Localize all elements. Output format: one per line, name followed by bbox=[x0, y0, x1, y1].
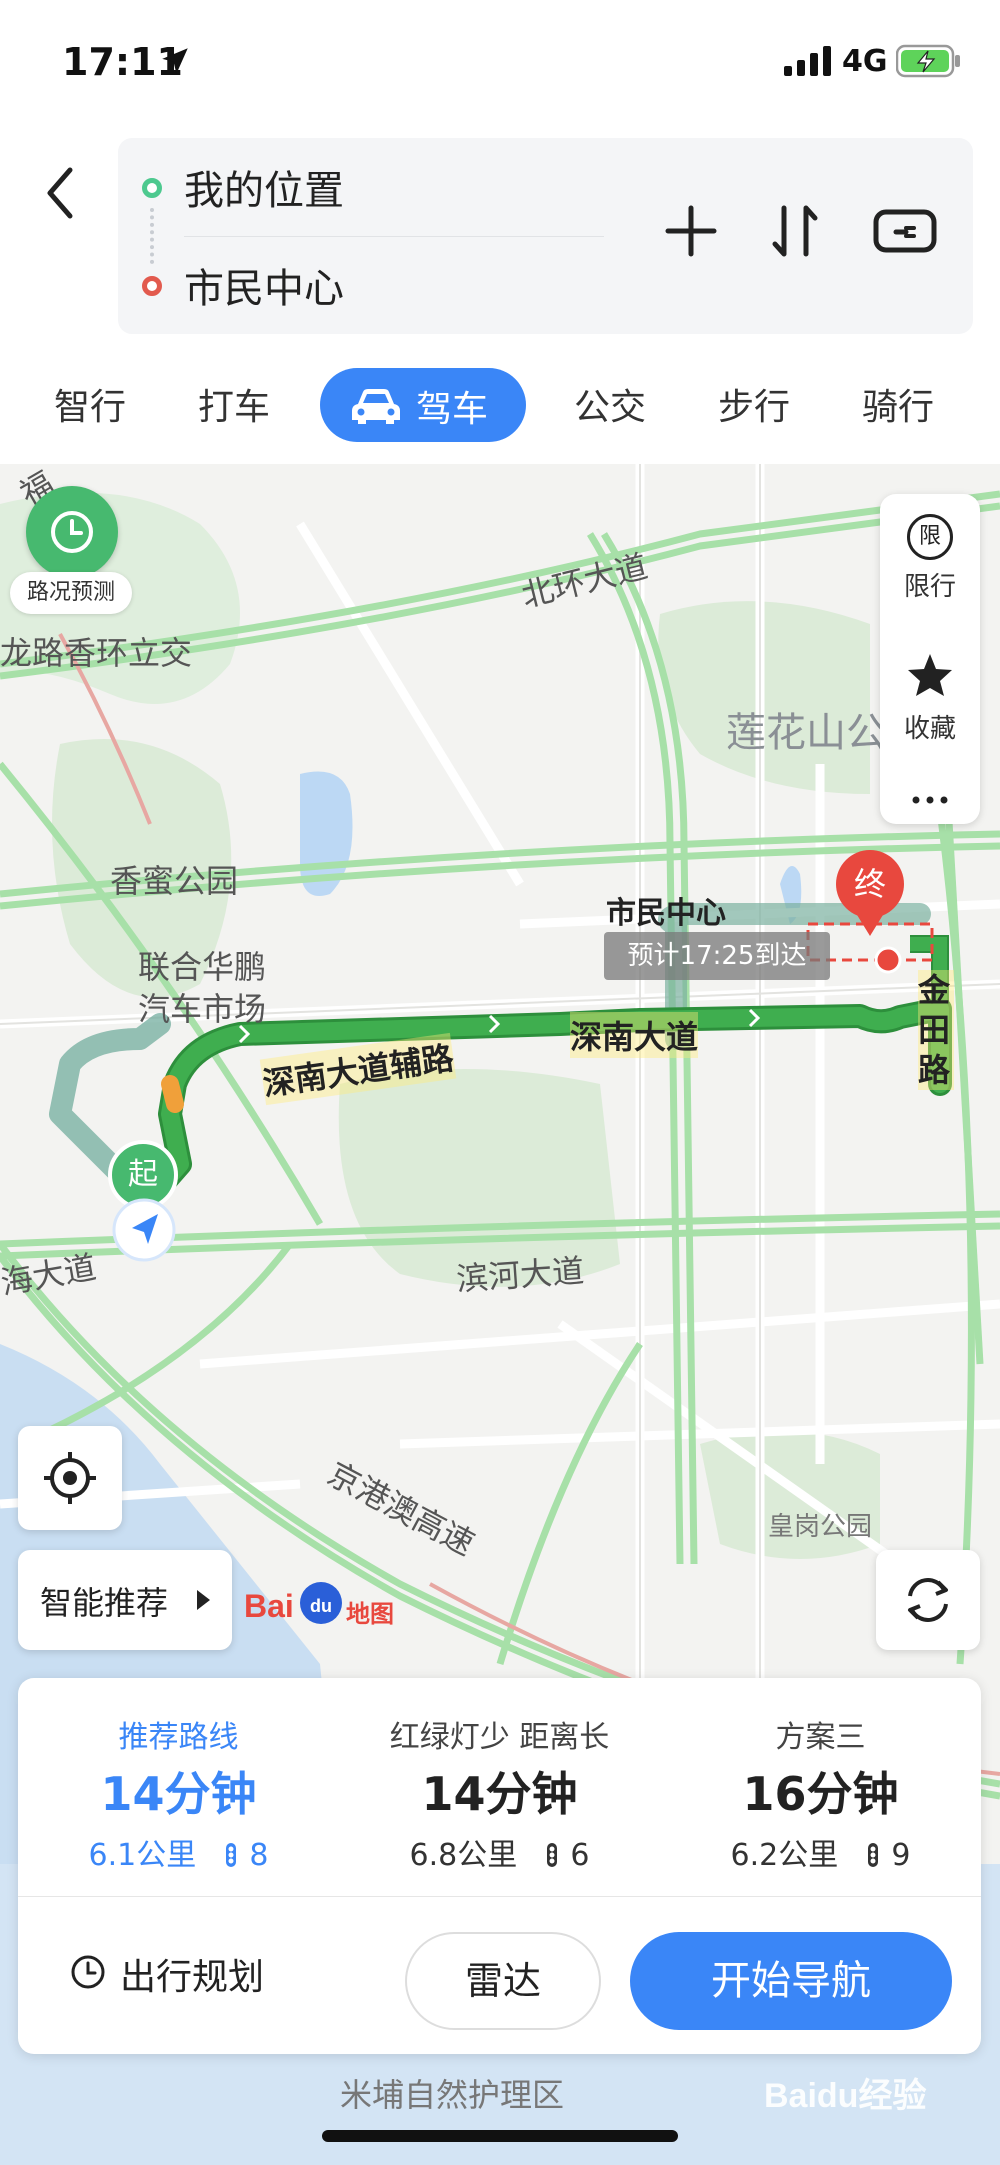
back-button[interactable] bbox=[38, 160, 82, 226]
traffic-light-icon bbox=[546, 1843, 557, 1867]
more-icon[interactable] bbox=[910, 794, 950, 806]
map-label-lianhe-2: 汽车市场 bbox=[138, 990, 267, 1028]
divider bbox=[18, 1896, 981, 1897]
map-label-shennan: 深南大道 bbox=[570, 1012, 699, 1058]
route-option-3[interactable]: 方案三 16分钟 6.2公里 9 bbox=[660, 1678, 981, 1898]
route-option-2[interactable]: 红绿灯少 距离长 14分钟 6.8公里 6 bbox=[339, 1678, 660, 1898]
map-label-xianghuan: 龙路香环立交 bbox=[0, 634, 193, 672]
traffic-light-count: 8 bbox=[249, 1838, 269, 1873]
map-label-lianhe-1: 联合华鹏 bbox=[138, 948, 267, 986]
map-side-panel: 限 限行 收藏 bbox=[880, 494, 980, 824]
destination-label: 市民中心 bbox=[606, 896, 726, 931]
route-duration: 16分钟 bbox=[742, 1767, 899, 1821]
route-tag: 方案三 bbox=[775, 1720, 866, 1755]
home-indicator[interactable] bbox=[322, 2130, 678, 2142]
route-duration: 14分钟 bbox=[421, 1767, 578, 1821]
start-dot-icon bbox=[142, 178, 162, 198]
tab-walk[interactable]: 步行 bbox=[718, 378, 790, 430]
location-arrow-icon bbox=[162, 48, 188, 74]
battery-charging-icon bbox=[896, 44, 960, 78]
route-meta: 6.8公里 6 bbox=[339, 1830, 660, 1874]
map-label-huanggang: 皇岗公园 bbox=[768, 1512, 873, 1542]
restriction-label[interactable]: 限行 bbox=[880, 566, 980, 603]
play-triangle-icon bbox=[197, 1590, 210, 1610]
map-label-jintian: 金田路 bbox=[918, 970, 954, 1090]
eta-badge: 预计17:25到达 bbox=[604, 932, 830, 980]
traffic-light-count: 9 bbox=[891, 1838, 911, 1873]
tab-bike[interactable]: 骑行 bbox=[862, 378, 934, 430]
status-bar: 17:11 4G bbox=[0, 0, 1000, 120]
traffic-light-icon bbox=[867, 1843, 878, 1867]
map-label-binhe: 滨河大道 bbox=[454, 1251, 586, 1299]
tab-bus[interactable]: 公交 bbox=[574, 378, 646, 430]
trip-plan-label: 出行规划 bbox=[120, 1957, 265, 1998]
route-connector bbox=[150, 208, 154, 264]
route-tag: 推荐路线 bbox=[118, 1720, 239, 1755]
start-navigation-label: 开始导航 bbox=[711, 1958, 871, 2004]
watermark: Baidu经验 bbox=[764, 2077, 927, 2115]
refresh-button[interactable] bbox=[876, 1550, 980, 1650]
destination-field[interactable]: 市民中心 bbox=[184, 256, 344, 314]
end-marker[interactable]: 终 bbox=[836, 850, 904, 918]
route-distance: 6.2公里 bbox=[730, 1838, 839, 1873]
tab-taxi[interactable]: 打车 bbox=[198, 378, 270, 430]
route-meta: 6.1公里 8 bbox=[18, 1830, 339, 1874]
network-type: 4G bbox=[842, 44, 888, 79]
car-icon bbox=[352, 389, 400, 424]
divider bbox=[184, 236, 604, 237]
map-label-mipu: 米埔自然护理区 bbox=[340, 2076, 565, 2114]
signal-icon bbox=[784, 46, 831, 76]
start-navigation-button[interactable]: 开始导航 bbox=[630, 1932, 952, 2030]
route-options-card: 推荐路线 14分钟 6.1公里 8 红绿灯少 距离长 14分钟 6.8公里 6 … bbox=[18, 1678, 981, 2054]
end-marker-pin-icon bbox=[854, 910, 886, 936]
end-dot-icon bbox=[142, 276, 162, 296]
origin-field[interactable]: 我的位置 bbox=[184, 158, 344, 216]
tab-smart[interactable]: 智行 bbox=[54, 378, 126, 430]
star-icon[interactable] bbox=[906, 652, 954, 698]
route-duration: 14分钟 bbox=[100, 1767, 257, 1821]
tab-drive[interactable]: 驾车 bbox=[320, 368, 526, 442]
smart-recommend-button[interactable]: 智能推荐 bbox=[18, 1550, 232, 1650]
route-meta: 6.2公里 9 bbox=[660, 1830, 981, 1874]
traffic-light-icon bbox=[225, 1843, 236, 1867]
route-distance: 6.1公里 bbox=[88, 1838, 197, 1873]
route-header: 我的位置 市民中心 bbox=[0, 120, 1000, 350]
route-tag: 红绿灯少 距离长 bbox=[389, 1720, 610, 1755]
swap-route-button[interactable] bbox=[760, 196, 830, 266]
travel-mode-tabs: 智行 打车 驾车 公交 步行 骑行 bbox=[0, 350, 1000, 464]
route-distance: 6.8公里 bbox=[409, 1838, 518, 1873]
current-location-icon bbox=[112, 1198, 176, 1262]
map-label-lianhuashan: 莲花山公 bbox=[726, 710, 886, 756]
map-label-xiangmi: 香蜜公园 bbox=[110, 862, 239, 900]
preferences-button[interactable] bbox=[870, 196, 940, 266]
add-waypoint-button[interactable] bbox=[656, 196, 726, 266]
refresh-icon bbox=[908, 1578, 948, 1622]
traffic-forecast-button[interactable] bbox=[26, 486, 118, 578]
radar-button[interactable]: 雷达 bbox=[405, 1932, 601, 2030]
locate-button[interactable] bbox=[18, 1426, 122, 1530]
crosshair-icon bbox=[44, 1452, 96, 1504]
baidu-map-logo: Bai du 地图 bbox=[244, 1582, 404, 1638]
favorite-label[interactable]: 收藏 bbox=[880, 708, 980, 745]
radar-label: 雷达 bbox=[464, 1959, 541, 2003]
traffic-light-count: 6 bbox=[570, 1838, 590, 1873]
route-input-box: 我的位置 市民中心 bbox=[118, 138, 973, 334]
smart-recommend-label: 智能推荐 bbox=[40, 1584, 169, 1622]
clock-icon bbox=[71, 1955, 105, 1989]
tab-drive-label: 驾车 bbox=[416, 389, 489, 430]
trip-plan-button[interactable]: 出行规划 bbox=[70, 1946, 290, 1998]
clock-icon bbox=[51, 511, 93, 553]
route-option-1[interactable]: 推荐路线 14分钟 6.1公里 8 bbox=[18, 1678, 339, 1898]
traffic-forecast-label[interactable]: 路况预测 bbox=[10, 572, 132, 614]
restriction-icon[interactable]: 限 bbox=[907, 514, 953, 560]
